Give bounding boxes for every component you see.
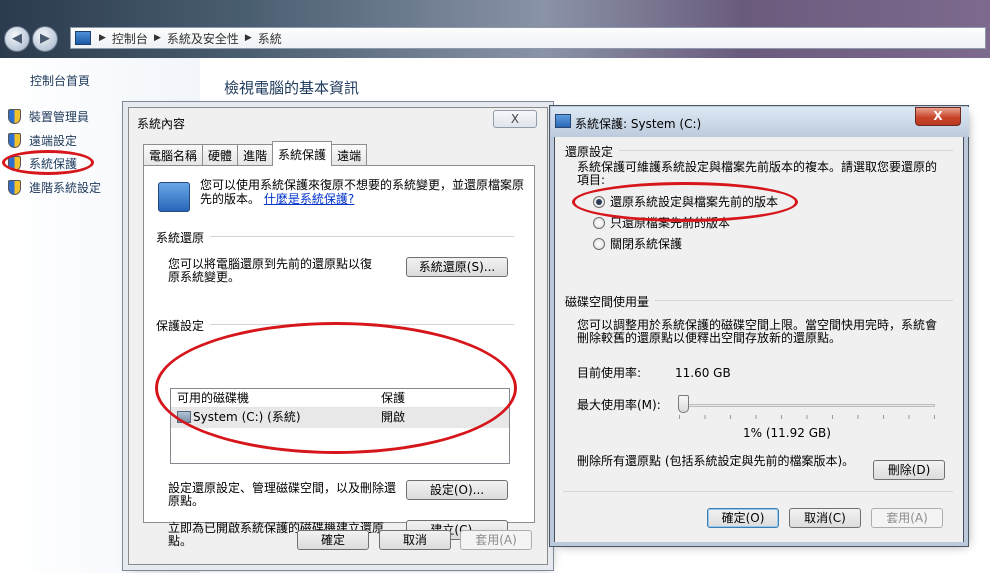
sidebar-item-device-manager[interactable]: 裝置管理員 [8, 108, 89, 125]
sidebar-item-label: 系統保護 [29, 157, 78, 171]
configure-description: 設定還原設定、管理磁碟空間，以及刪除還原點。 [168, 481, 397, 508]
breadcrumb-separator-icon: ▶ [153, 33, 161, 43]
shield-icon [8, 109, 21, 124]
column-header-drive[interactable]: 可用的磁碟機 [171, 389, 375, 407]
system-restore-button[interactable]: 系統還原(S)... [406, 257, 508, 277]
help-link[interactable]: 什麼是系統保護? [264, 192, 354, 206]
current-usage-value: 11.60 GB [675, 366, 731, 380]
sidebar-item-label: 遠端設定 [29, 134, 78, 148]
dialog-title: 系統內容 [137, 117, 186, 131]
system-properties-dialog: 系統內容 X 電腦名稱 硬體 進階 系統保護 遠端 您可以使用系統保護來復原不想… [128, 107, 548, 565]
divider [563, 491, 953, 492]
sidebar-item-remote-settings[interactable]: 遠端設定 [8, 132, 77, 149]
protection-status-cell: 開啟 [381, 410, 406, 424]
restore-group-label: 系統還原 [156, 229, 211, 246]
group-divider [563, 150, 953, 151]
address-bar[interactable]: ▶ 控制台 ▶ 系統及安全性 ▶ 系統 [70, 27, 986, 49]
table-row[interactable]: System (C:) (系統) 開啟 [171, 408, 509, 428]
tab-remote[interactable]: 遠端 [331, 144, 368, 166]
sidebar-item-label: 裝置管理員 [29, 110, 90, 124]
drive-icon [177, 411, 191, 423]
radio-label: 關閉系統保護 [610, 237, 683, 251]
page-title: 檢視電腦的基本資訊 [224, 79, 360, 97]
ok-button[interactable]: 確定 [297, 530, 369, 550]
tab-system-protection[interactable]: 系統保護 [272, 141, 333, 166]
radio-unselected-icon [593, 216, 605, 229]
restore-settings-description: 系統保護可維護系統設定與檔案先前版本的複本。請選取您要還原的項目: [577, 160, 938, 187]
tab-hardware[interactable]: 硬體 [202, 144, 239, 166]
shield-icon [8, 156, 21, 171]
current-usage-label: 目前使用率: [577, 366, 642, 380]
breadcrumb-separator-icon: ▶ [99, 33, 106, 43]
shield-icon [8, 180, 21, 195]
disk-usage-label: 磁碟空間使用量 [565, 293, 656, 310]
disk-usage-description: 您可以調整用於系統保護的磁碟空間上限。當空間快用完時，系統會刪除較舊的還原點以便… [577, 318, 938, 345]
drive-name: System (C:) (系統) [193, 410, 301, 424]
sidebar-home-link[interactable]: 控制台首頁 [30, 72, 90, 89]
system-protection-icon [158, 182, 190, 212]
dialog-titlebar: 系統保護: System (C:) X [551, 107, 969, 137]
tab-advanced[interactable]: 進階 [237, 144, 274, 166]
group-divider [158, 236, 514, 237]
cancel-button[interactable]: 取消 [379, 530, 451, 550]
tab-computer-name[interactable]: 電腦名稱 [143, 144, 204, 166]
intro-text: 您可以使用系統保護來復原不想要的系統變更，並還原檔案原先的版本。 什麼是系統保護… [200, 178, 530, 206]
radio-restore-files-only[interactable]: 只還原檔案先前的版本 [593, 214, 730, 231]
radio-label: 只還原檔案先前的版本 [610, 216, 731, 230]
configure-button[interactable]: 設定(O)... [406, 480, 508, 500]
cancel-button[interactable]: 取消(C) [789, 508, 861, 528]
sidebar-item-advanced-settings[interactable]: 進階系統設定 [8, 179, 101, 196]
max-usage-value: 1% (11.92 GB) [743, 426, 831, 440]
control-panel-icon [75, 31, 91, 45]
ok-button[interactable]: 確定(O) [707, 508, 779, 528]
intro-body: 您可以使用系統保護來復原不想要的系統變更，並還原檔案原先的版本。 [200, 178, 525, 206]
apply-button[interactable]: 套用(A) [871, 508, 943, 528]
drive-name-cell: System (C:) (系統) [171, 408, 375, 428]
column-header-protection[interactable]: 保護 [375, 389, 509, 407]
delete-description: 刪除所有還原點 (包括系統設定與先前的檔案版本)。 [577, 454, 855, 468]
restore-settings-label: 還原設定 [565, 143, 620, 160]
back-arrow-icon[interactable]: ◀ [4, 26, 30, 52]
sidebar-item-label: 進階系統設定 [29, 181, 102, 195]
shield-icon [8, 133, 21, 148]
max-usage-slider-track[interactable] [679, 404, 935, 407]
breadcrumb-separator-icon: ▶ [244, 33, 252, 43]
system-protection-icon [555, 114, 571, 128]
breadcrumb-system-security[interactable]: 系統及安全性 [167, 30, 239, 47]
dialog-body: 還原設定 系統保護可維護系統設定與檔案先前版本的複本。請選取您要還原的項目: 還… [555, 137, 963, 542]
dialog-title: 系統保護: System (C:) [575, 117, 702, 131]
drive-list[interactable]: 可用的磁碟機 保護 System (C:) (系統) 開啟 [170, 388, 510, 464]
group-divider [158, 324, 514, 325]
close-icon[interactable]: X [493, 110, 537, 128]
system-protection-panel: 您可以使用系統保護來復原不想要的系統變更，並還原檔案原先的版本。 什麼是系統保護… [143, 165, 535, 548]
max-usage-label: 最大使用率(M): [577, 398, 661, 412]
delete-button[interactable]: 刪除(D) [873, 460, 945, 480]
radio-turn-off-protection[interactable]: 關閉系統保護 [593, 235, 682, 252]
explorer-toolbar: ◀ ▶ ▶ 控制台 ▶ 系統及安全性 ▶ 系統 [0, 0, 990, 58]
radio-restore-settings-and-files[interactable]: 還原系統設定與檔案先前的版本 [593, 193, 778, 210]
system-protection-dialog: 系統保護: System (C:) X 還原設定 系統保護可維護系統設定與檔案先… [551, 107, 969, 542]
forward-arrow-icon[interactable]: ▶ [32, 26, 58, 52]
radio-selected-icon [593, 195, 605, 208]
close-icon[interactable]: X [915, 107, 961, 126]
radio-unselected-icon [593, 237, 605, 250]
radio-label: 還原系統設定與檔案先前的版本 [610, 195, 779, 209]
breadcrumb-system[interactable]: 系統 [258, 30, 282, 47]
tab-strip: 電腦名稱 硬體 進階 系統保護 遠端 [143, 141, 368, 166]
apply-button[interactable]: 套用(A) [460, 530, 532, 550]
sidebar-item-system-protection[interactable]: 系統保護 [8, 155, 77, 172]
slider-ticks [679, 415, 935, 419]
protection-group-label: 保護設定 [156, 317, 211, 334]
restore-description: 您可以將電腦還原到先前的還原點以復原系統變更。 [168, 257, 373, 284]
max-usage-slider-thumb[interactable] [677, 395, 689, 413]
breadcrumb-control-panel[interactable]: 控制台 [112, 30, 148, 47]
drive-list-header: 可用的磁碟機 保護 [171, 389, 509, 408]
